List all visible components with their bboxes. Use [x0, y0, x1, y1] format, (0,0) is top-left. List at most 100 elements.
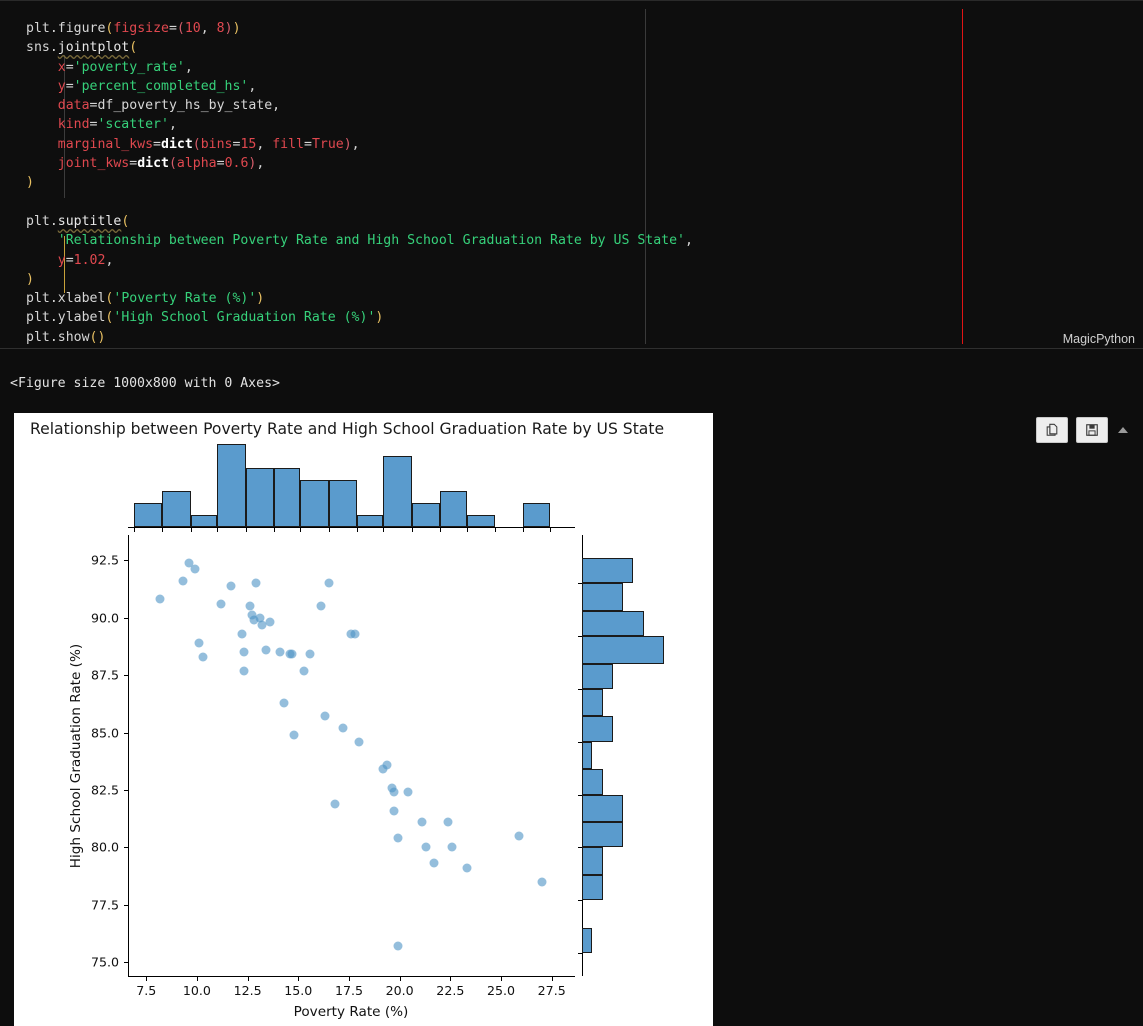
x-tick — [450, 977, 452, 981]
scatter-point — [316, 601, 326, 611]
y-tick-label: 85.0 — [90, 725, 119, 741]
output-toolbar[interactable] — [1036, 417, 1128, 443]
y-tick — [124, 732, 128, 734]
x-tick-label: 15.0 — [284, 983, 313, 998]
histogram-bar-x — [357, 515, 384, 527]
top-marginal-tick — [328, 528, 330, 532]
code-block[interactable]: plt.figure(figsize=(10, 8)) sns.jointplo… — [26, 19, 693, 347]
scatter-point — [239, 647, 249, 657]
x-tick — [298, 977, 300, 981]
scatter-point — [537, 877, 547, 887]
right-marginal-tick — [578, 794, 582, 796]
scatter-point — [251, 578, 261, 588]
top-marginal-tick — [523, 528, 525, 532]
histogram-bar-y — [582, 610, 644, 637]
x-tick — [348, 977, 350, 981]
histogram-bar-y — [582, 663, 613, 689]
scatter-point — [421, 842, 431, 852]
histogram-bar-y — [582, 583, 623, 611]
y-tick — [124, 904, 128, 906]
scatter-point — [338, 723, 348, 733]
x-tick-label: 17.5 — [334, 983, 363, 998]
histogram-bar-y — [582, 822, 623, 848]
y-tick-label: 80.0 — [90, 839, 119, 855]
scatter-point — [299, 666, 309, 676]
scatter-point — [279, 698, 289, 708]
histogram-bar-y — [582, 769, 603, 795]
histogram-bar-x — [273, 467, 301, 527]
y-tick-label: 87.5 — [90, 667, 119, 683]
x-tick — [146, 977, 148, 981]
scatter-point — [514, 831, 524, 841]
histogram-bar-y — [582, 927, 593, 954]
y-tick-label: 82.5 — [90, 782, 119, 798]
histogram-bar-x — [217, 444, 246, 527]
save-icon — [1085, 423, 1099, 437]
top-marginal-tick — [494, 528, 496, 532]
right-marginal-histogram — [578, 535, 670, 976]
histogram-bar-x — [134, 503, 163, 527]
right-marginal-tick — [578, 900, 582, 902]
code-editor-pane[interactable]: plt.figure(figsize=(10, 8)) sns.jointplo… — [0, 0, 1143, 349]
y-tick-label: 92.5 — [90, 552, 119, 568]
scatter-point — [389, 806, 399, 816]
y-tick — [124, 675, 128, 677]
top-marginal-tick — [217, 528, 219, 532]
histogram-bar-x — [411, 503, 441, 527]
histogram-bar-x — [466, 515, 495, 527]
chevron-up-icon[interactable] — [1118, 427, 1128, 433]
top-marginal-tick — [190, 528, 192, 532]
scatter-point — [194, 638, 204, 648]
matplotlib-figure: Relationship between Poverty Rate and Hi… — [14, 413, 713, 1026]
histogram-bar-y — [582, 847, 603, 875]
x-tick-label: 22.5 — [436, 983, 465, 998]
right-marginal-tick — [578, 636, 582, 638]
x-axis-label: Poverty Rate (%) — [293, 1004, 409, 1020]
histogram-bar-x — [190, 515, 218, 527]
top-marginal-tick — [383, 528, 385, 532]
code-viewport[interactable]: plt.figure(figsize=(10, 8)) sns.jointplo… — [0, 9, 1143, 347]
x-tick — [399, 977, 401, 981]
joint-scatter-axes — [124, 535, 575, 981]
top-marginal-tick — [300, 528, 302, 532]
language-mode-label[interactable]: MagicPython — [1063, 332, 1135, 346]
scatter-point — [155, 594, 165, 604]
scatter-point — [226, 581, 236, 591]
stdout-output: <Figure size 1000x800 with 0 Axes> — [10, 376, 280, 391]
histogram-bar-x — [523, 503, 550, 527]
x-tick — [501, 977, 503, 981]
y-tick-label: 90.0 — [90, 610, 119, 626]
y-tick — [124, 789, 128, 791]
top-marginal-tick — [162, 528, 164, 532]
y-tick — [124, 617, 128, 619]
y-axis-label: High School Graduation Rate (%) — [68, 643, 84, 868]
top-marginal-tick — [134, 528, 136, 532]
histogram-bar-y — [582, 716, 613, 742]
copy-icon — [1045, 423, 1059, 437]
histogram-bar-x — [162, 491, 191, 527]
histogram-bar-y — [582, 557, 634, 584]
scatter-point — [447, 842, 457, 852]
scatter-point — [443, 817, 453, 827]
top-marginal-tick — [549, 528, 551, 532]
scatter-point — [245, 601, 255, 611]
scatter-point — [417, 817, 427, 827]
scatter-point — [393, 833, 403, 843]
save-button[interactable] — [1076, 417, 1108, 443]
scatter-point — [265, 617, 275, 627]
right-marginal-tick — [578, 953, 582, 955]
scatter-point — [237, 629, 247, 639]
histogram-bar-y — [582, 874, 603, 901]
scatter-point — [320, 711, 330, 721]
scatter-point — [403, 787, 413, 797]
figure-title: Relationship between Poverty Rate and Hi… — [30, 420, 665, 438]
scatter-point — [305, 649, 315, 659]
copy-button[interactable] — [1036, 417, 1068, 443]
histogram-bar-x — [245, 467, 274, 527]
scatter-point — [275, 647, 285, 657]
x-tick — [196, 977, 198, 981]
scatter-point — [287, 649, 297, 659]
top-marginal-tick — [411, 528, 413, 532]
scatter-point — [354, 737, 364, 747]
histogram-bar-x — [300, 479, 329, 527]
